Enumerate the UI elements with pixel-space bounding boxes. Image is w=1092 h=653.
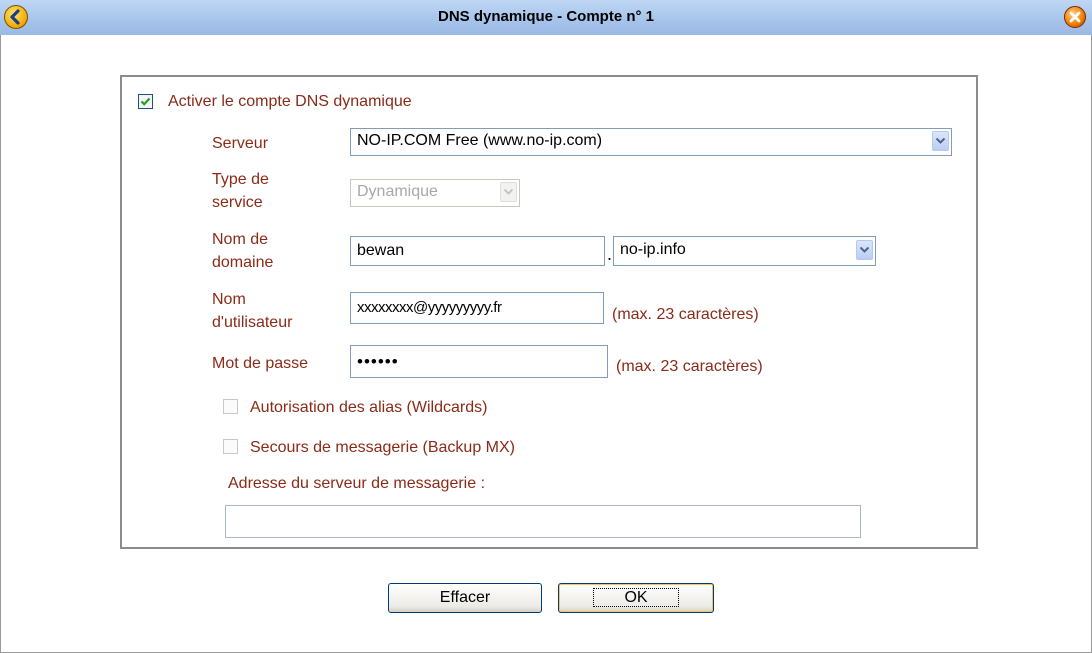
wildcards-checkbox[interactable] [223, 399, 238, 414]
username-label-line2: d'utilisateur [212, 314, 293, 331]
service-type-label-line2: service [212, 194, 263, 211]
server-select[interactable]: NO-IP.COM Free (www.no-ip.com) [350, 128, 952, 156]
backup-mx-checkbox[interactable] [223, 439, 238, 454]
service-type-select: Dynamique [350, 179, 520, 207]
domain-separator: . [607, 244, 613, 264]
password-input[interactable]: •••••• [350, 345, 608, 378]
backup-mx-label: Secours de messagerie (Backup MX) [250, 439, 515, 456]
clear-button-label: Effacer [439, 589, 491, 606]
password-hint: (max. 23 caractères) [616, 358, 763, 375]
domain-label-line1: Nom de [212, 231, 269, 248]
domain-host-input[interactable]: bewan [350, 236, 605, 266]
chevron-down-icon[interactable] [932, 131, 949, 151]
chevron-down-icon[interactable] [856, 240, 873, 260]
mail-server-input[interactable] [225, 505, 861, 538]
domain-suffix-select[interactable]: no-ip.info [613, 236, 876, 266]
chevron-down-icon [500, 182, 517, 202]
username-hint: (max. 23 caractères) [612, 306, 759, 323]
window-title: DNS dynamique - Compte n° 1 [437, 8, 655, 25]
service-type-value: Dynamique [357, 183, 438, 200]
enable-account-label: Activer le compte DNS dynamique [168, 93, 412, 110]
ok-button[interactable]: OK [558, 583, 714, 613]
clear-button[interactable]: Effacer [388, 583, 542, 613]
ok-button-label: OK [593, 588, 679, 607]
username-label-line1: Nom [212, 291, 246, 308]
domain-suffix-value: no-ip.info [620, 241, 686, 258]
server-label: Serveur [212, 135, 269, 152]
close-icon[interactable] [1064, 6, 1086, 28]
server-value: NO-IP.COM Free (www.no-ip.com) [357, 132, 603, 149]
username-input[interactable]: xxxxxxxx@yyyyyyyyy.fr [350, 292, 604, 324]
domain-label-line2: domaine [212, 254, 274, 271]
mail-server-label: Adresse du serveur de messagerie : [228, 475, 486, 492]
wildcards-label: Autorisation des alias (Wildcards) [250, 399, 488, 416]
password-label: Mot de passe [212, 355, 309, 372]
checkmark-icon [140, 97, 151, 106]
title-bar: DNS dynamique - Compte n° 1 [0, 0, 1092, 35]
enable-account-checkbox[interactable] [138, 94, 153, 109]
service-type-label-line1: Type de [212, 171, 269, 188]
